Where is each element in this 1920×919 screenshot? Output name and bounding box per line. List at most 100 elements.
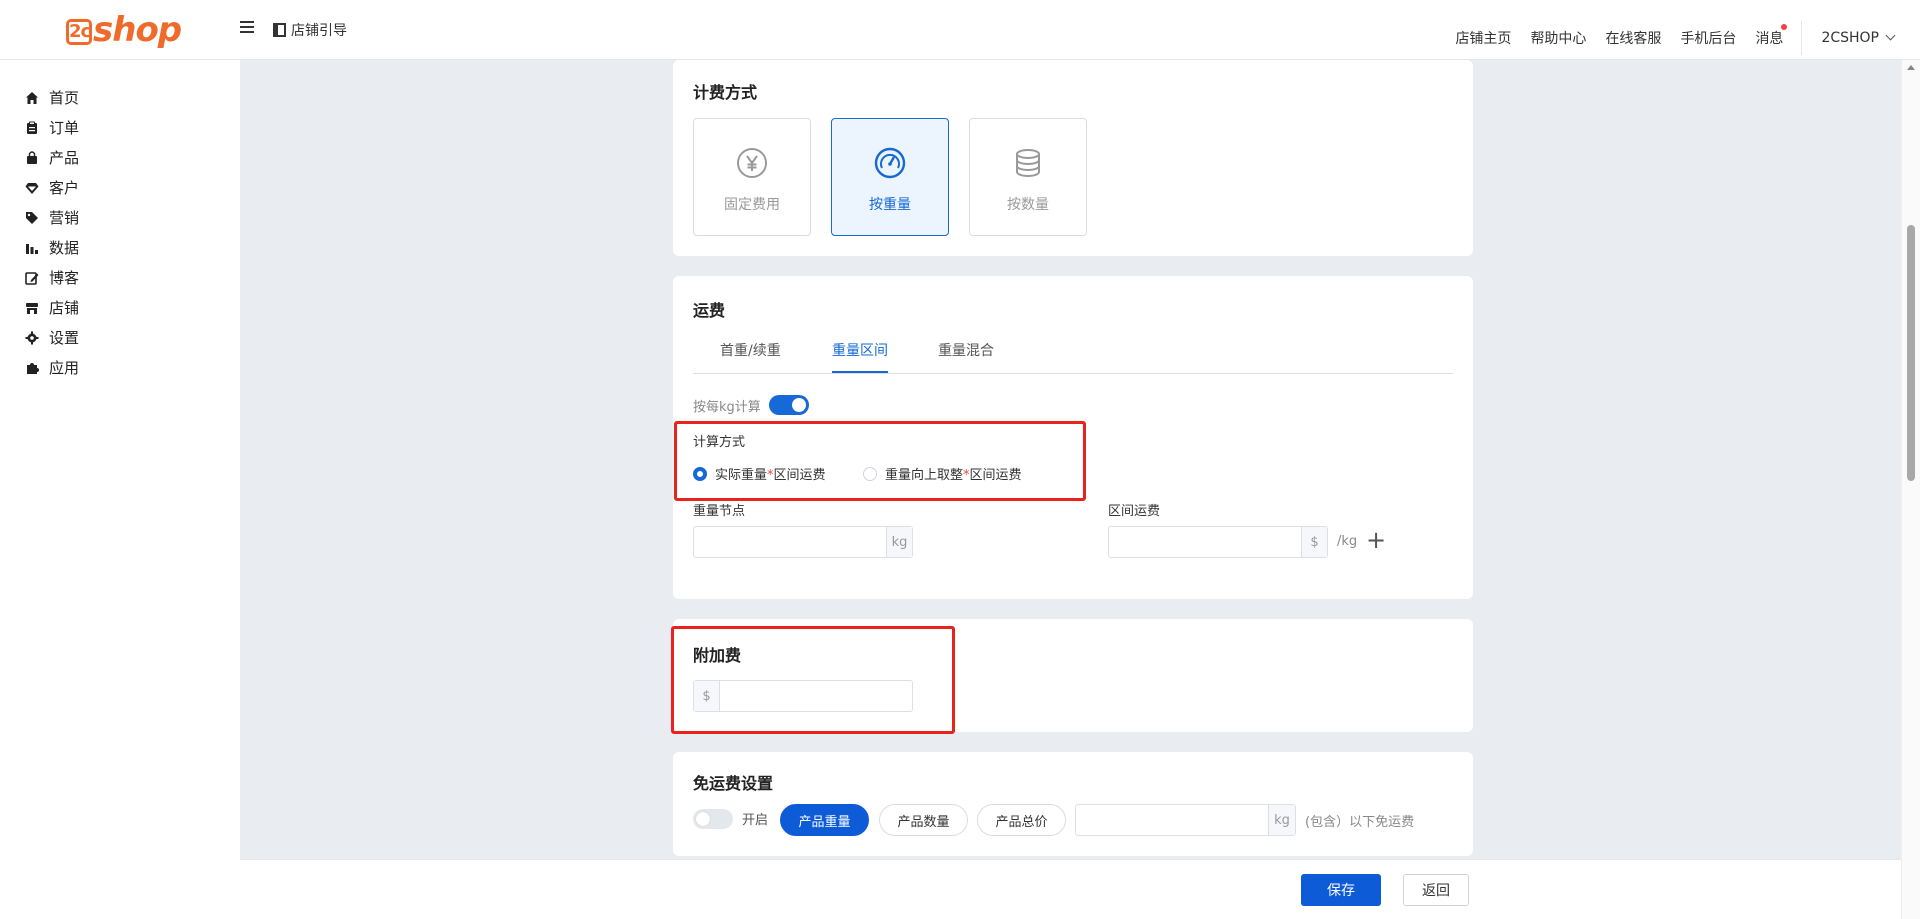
weight-node-label: 重量节点 [693, 504, 746, 519]
surcharge-title: 附加费 [693, 646, 742, 665]
tab-weight-mixed[interactable]: 重量混合 [938, 340, 994, 360]
sidebar-item-products[interactable]: 产品 [25, 147, 79, 168]
gear-icon [25, 331, 39, 345]
sidebar-item-label: 营销 [49, 209, 80, 227]
billing-method-card: 计费方式 固定费用 按重量 按数量 [673, 60, 1473, 256]
per-kg-label: 按每kg计算 [693, 400, 761, 415]
home-icon [25, 91, 39, 105]
chevron-down-icon [1885, 30, 1896, 41]
diamond-icon [25, 181, 39, 195]
sidebar-item-label: 应用 [49, 359, 80, 377]
radio-button [693, 466, 707, 481]
by-weight-option[interactable]: 按重量 [831, 118, 949, 236]
sidebar-item-label: 客户 [49, 179, 80, 197]
sidebar-item-apps[interactable]: 应用 [25, 357, 79, 378]
radio-round-up-weight[interactable]: 重量向上取整*区间运费 [863, 464, 1022, 483]
weight-node-input[interactable] [694, 527, 886, 557]
tab-weight-range[interactable]: 重量区间 [832, 340, 888, 360]
by-weight-label: 按重量 [869, 197, 911, 213]
yen-icon [737, 148, 767, 178]
fixed-fee-option[interactable]: 固定费用 [693, 118, 811, 236]
free-shipping-threshold-input[interactable] [1076, 805, 1268, 835]
messages-link[interactable]: 消息 [1755, 24, 1788, 48]
sidebar-item-label: 数据 [49, 239, 80, 257]
back-button[interactable]: 返回 [1403, 874, 1469, 906]
shipping-tabs: 首重/续重 重量区间 重量混合 [693, 328, 1453, 374]
sidebar-item-marketing[interactable]: 营销 [25, 207, 79, 228]
sidebar-item-data[interactable]: 数据 [25, 237, 79, 258]
free-shipping-card: 免运费设置 开启 产品重量 产品数量 产品总价 kg (包含）以下免运费 [673, 752, 1473, 856]
tab-first-weight[interactable]: 首重/续重 [720, 340, 781, 360]
sidebar-item-blog[interactable]: 博客 [25, 267, 79, 288]
menu-toggle-icon[interactable] [240, 21, 254, 35]
messages-label: 消息 [1755, 31, 1784, 47]
tag-icon [25, 211, 39, 225]
free-shipping-toggle[interactable] [693, 809, 733, 829]
range-fee-label: 区间运费 [1108, 504, 1161, 519]
radio-label: 重量向上取整*区间运费 [885, 468, 1022, 483]
logo-text: shop [93, 10, 182, 50]
scroll-thumb[interactable] [1907, 225, 1915, 481]
account-menu[interactable]: 2CSHOP [1821, 30, 1896, 46]
mobile-admin-link[interactable]: 手机后台 [1680, 28, 1736, 48]
add-range-icon[interactable]: + [1366, 526, 1386, 554]
sidebar-item-settings[interactable]: 设置 [25, 327, 79, 348]
logo-mark: 2c [66, 19, 92, 45]
range-fee-field: $ [1108, 526, 1328, 558]
active-tab-indicator [832, 371, 888, 373]
criterion-weight-button[interactable]: 产品重量 [780, 804, 869, 836]
by-quantity-label: 按数量 [1007, 197, 1049, 213]
sidebar-item-label: 产品 [49, 149, 80, 167]
top-links: 店铺主页 帮助中心 在线客服 手机后台 消息 2CSHOP [1436, 21, 1896, 55]
sidebar-item-label: 店铺 [49, 299, 80, 317]
sidebar-item-home[interactable]: 首页 [25, 87, 79, 108]
currency-unit: $ [1301, 527, 1327, 557]
radio-actual-weight[interactable]: 实际重量*区间运费 [693, 464, 826, 483]
enable-label: 开启 [742, 813, 769, 828]
page-scrollbar[interactable] [1901, 60, 1920, 919]
shipping-fee-card: 运费 首重/续重 重量区间 重量混合 按每kg计算 计算方式 实际重量*区间运费… [673, 276, 1473, 599]
currency-unit: $ [694, 681, 720, 711]
calc-method-label: 计算方式 [693, 435, 746, 450]
radio-label: 实际重量*区间运费 [715, 468, 826, 483]
per-kg-suffix: /kg [1337, 534, 1358, 549]
gauge-icon [874, 147, 906, 179]
per-kg-toggle[interactable] [769, 395, 809, 415]
sidebar-item-label: 设置 [49, 329, 80, 347]
save-button[interactable]: 保存 [1301, 874, 1381, 906]
online-support-link[interactable]: 在线客服 [1605, 28, 1661, 48]
kg-unit: kg [886, 527, 912, 557]
weight-node-field: kg [693, 526, 913, 558]
billing-title: 计费方式 [693, 83, 758, 102]
shipping-title: 运费 [693, 301, 726, 320]
logo[interactable]: 2cshop [66, 10, 182, 50]
radio-button [863, 466, 877, 481]
sidebar-item-label: 博客 [49, 269, 80, 287]
criterion-total-button[interactable]: 产品总价 [977, 804, 1066, 836]
criterion-quantity-button[interactable]: 产品数量 [879, 804, 968, 836]
store-guide-link[interactable]: 店铺引导 [273, 20, 347, 40]
help-center-link[interactable]: 帮助中心 [1530, 28, 1586, 48]
sidebar-item-customers[interactable]: 客户 [25, 177, 79, 198]
store-home-link[interactable]: 店铺主页 [1455, 28, 1511, 48]
edit-icon [25, 271, 39, 285]
divider [1801, 21, 1803, 55]
surcharge-field: $ [693, 680, 913, 712]
database-icon [1016, 149, 1040, 177]
by-quantity-option[interactable]: 按数量 [969, 118, 1087, 236]
fixed-fee-label: 固定费用 [724, 197, 780, 213]
clipboard-icon [25, 121, 39, 135]
notification-dot [1781, 24, 1788, 30]
range-fee-input[interactable] [1109, 527, 1301, 557]
sidebar-item-label: 首页 [49, 89, 80, 107]
scroll-up-arrow-icon[interactable] [1907, 65, 1915, 70]
account-label: 2CSHOP [1821, 30, 1879, 46]
top-header: 2cshop 店铺引导 店铺主页 帮助中心 在线客服 手机后台 消息 2CSHO… [0, 0, 1920, 60]
sidebar-item-orders[interactable]: 订单 [25, 117, 79, 138]
sidebar-item-store[interactable]: 店铺 [25, 297, 79, 318]
surcharge-input[interactable] [720, 681, 912, 711]
puzzle-icon [25, 361, 39, 375]
store-icon [25, 301, 39, 315]
free-shipping-suffix: (包含）以下免运费 [1305, 815, 1415, 830]
action-bar: 保存 返回 [240, 859, 1901, 919]
